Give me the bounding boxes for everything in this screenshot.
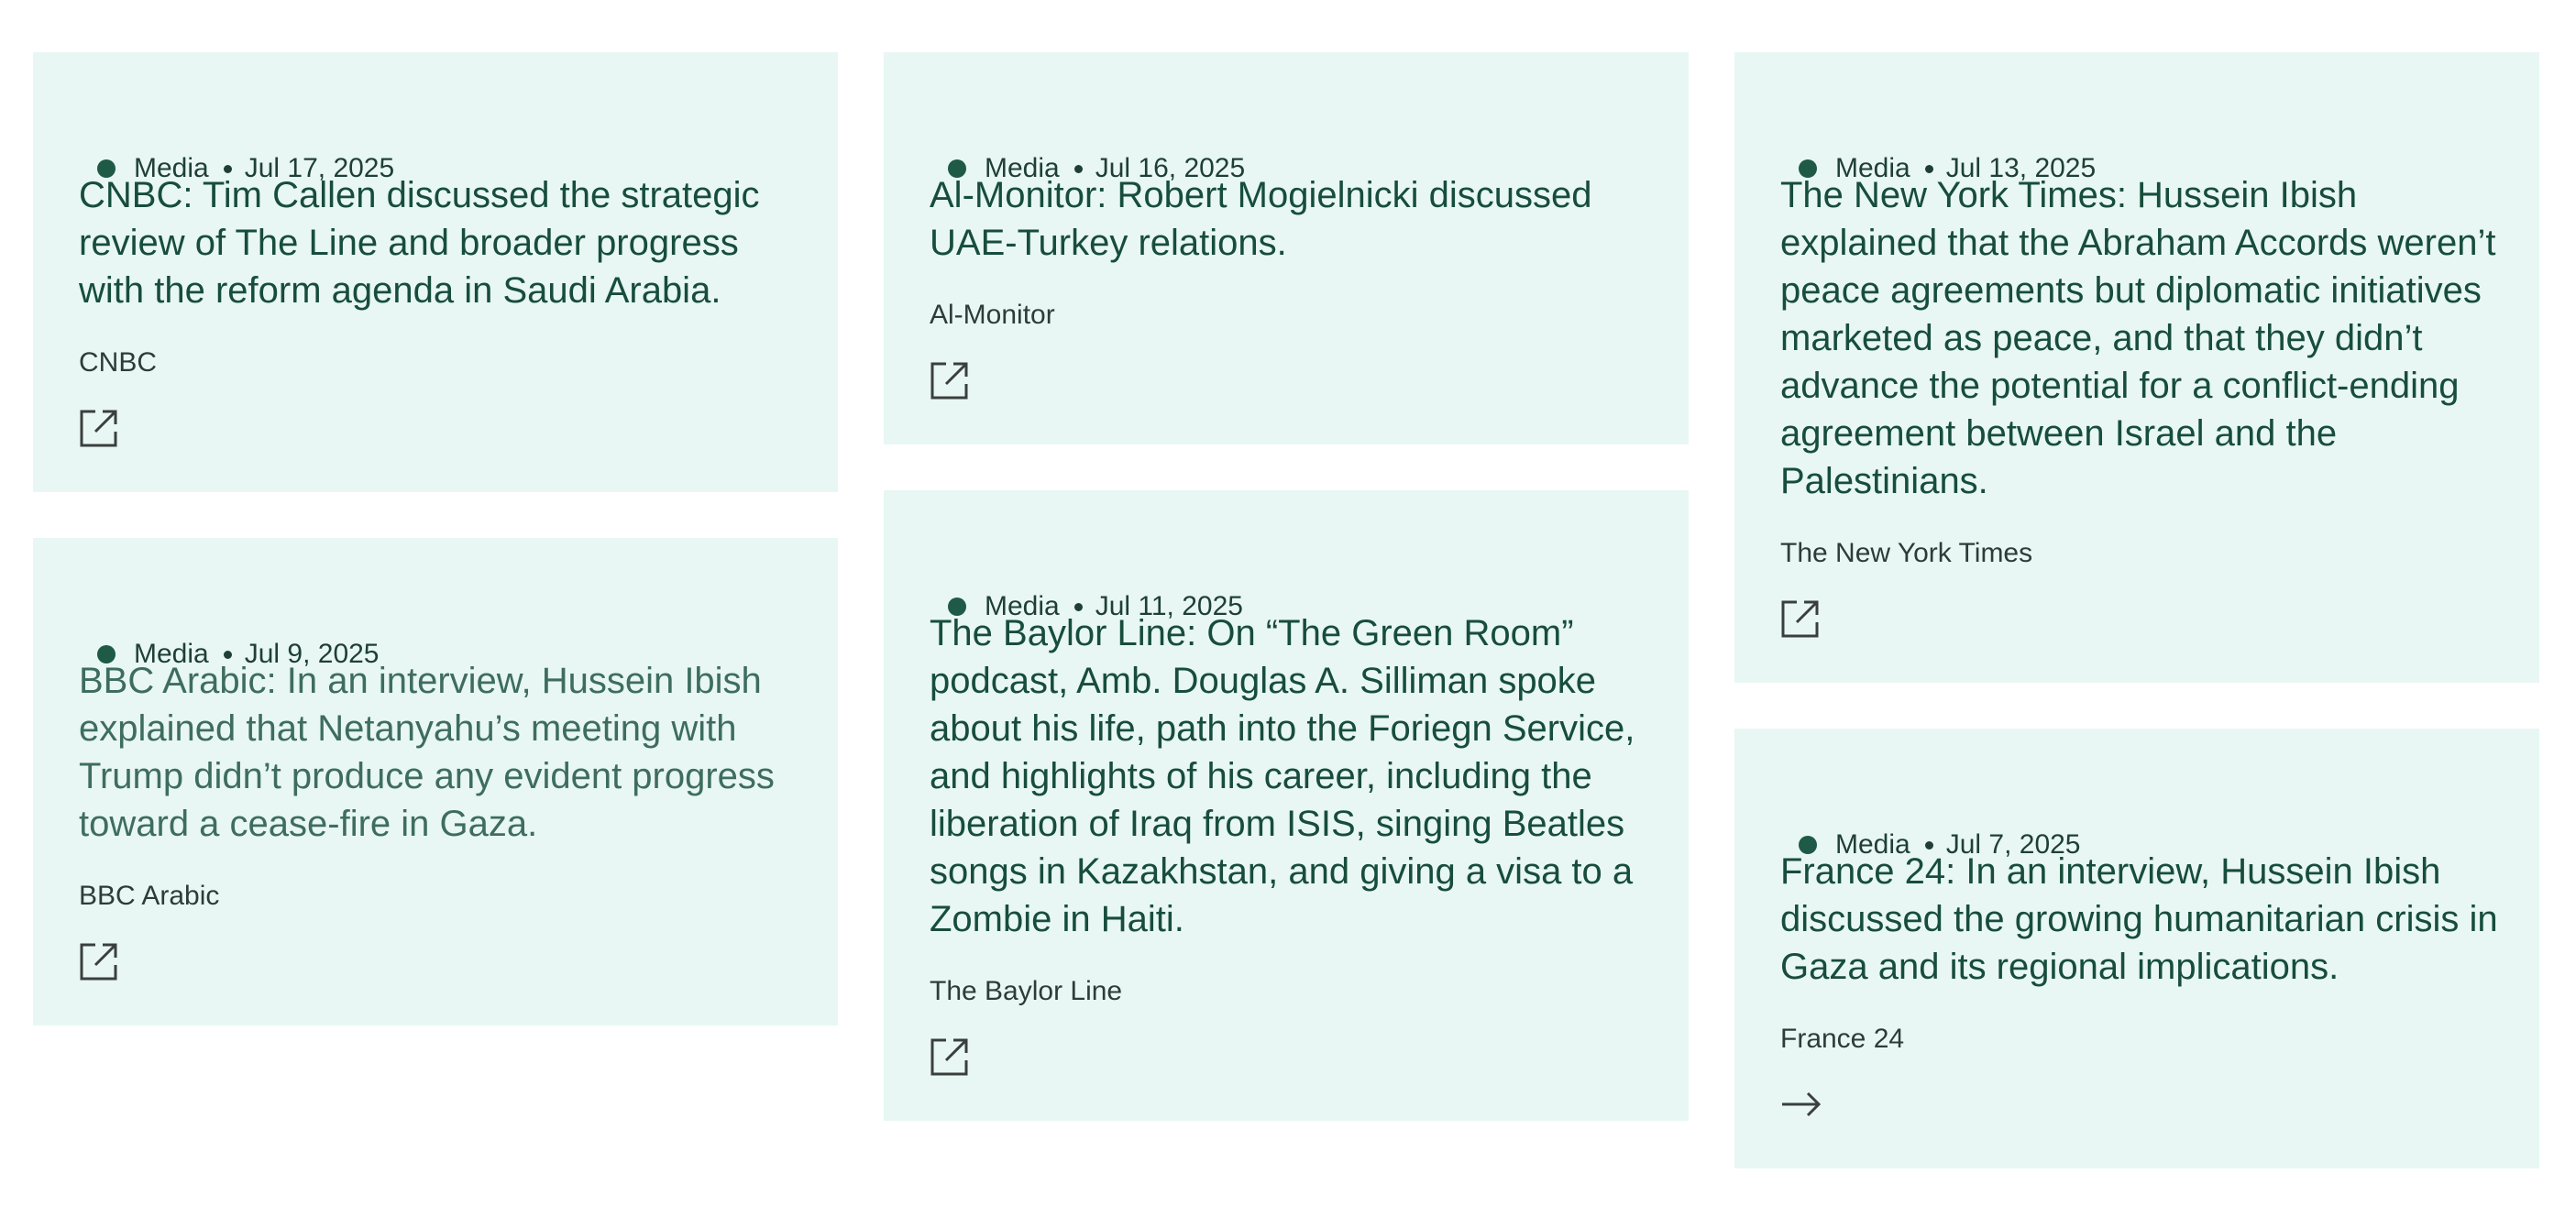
card-source: Al-Monitor bbox=[930, 300, 1055, 330]
media-card-france-24[interactable]: Media Jul 7, 2025 France 24: In an inter… bbox=[1734, 729, 2539, 1168]
external-link-icon[interactable] bbox=[1780, 598, 1821, 639]
media-card-bbc-arabic[interactable]: Media Jul 9, 2025 BBC Arabic: In an inte… bbox=[33, 538, 838, 1025]
card-title[interactable]: The New York Times: Hussein Ibish explai… bbox=[1780, 171, 2512, 505]
media-card-cnbc[interactable]: Media Jul 17, 2025 CNBC: Tim Callen disc… bbox=[33, 52, 838, 492]
card-title[interactable]: France 24: In an interview, Hussein Ibis… bbox=[1780, 848, 2512, 991]
card-source: BBC Arabic bbox=[79, 881, 220, 911]
card-source: The Baylor Line bbox=[930, 976, 1123, 1006]
card-title[interactable]: Al-Monitor: Robert Mogielnicki discussed… bbox=[930, 171, 1661, 267]
arrow-right-icon[interactable] bbox=[1780, 1084, 1821, 1124]
card-title[interactable]: The Baylor Line: On “The Green Room” pod… bbox=[930, 609, 1661, 943]
media-card-nyt[interactable]: Media Jul 13, 2025 The New York Times: H… bbox=[1734, 52, 2539, 683]
media-card-baylor-line[interactable]: Media Jul 11, 2025 The Baylor Line: On “… bbox=[884, 490, 1689, 1121]
media-card-al-monitor[interactable]: Media Jul 16, 2025 Al-Monitor: Robert Mo… bbox=[884, 52, 1689, 444]
external-link-icon[interactable] bbox=[79, 941, 119, 981]
card-source: France 24 bbox=[1780, 1024, 1905, 1054]
external-link-icon[interactable] bbox=[930, 360, 970, 400]
card-title[interactable]: CNBC: Tim Callen discussed the strategic… bbox=[79, 171, 810, 314]
card-source: CNBC bbox=[79, 347, 158, 378]
card-source: The New York Times bbox=[1780, 538, 2033, 568]
external-link-icon[interactable] bbox=[930, 1036, 970, 1077]
external-link-icon[interactable] bbox=[79, 408, 119, 448]
card-title[interactable]: BBC Arabic: In an interview, Hussein Ibi… bbox=[79, 657, 810, 848]
